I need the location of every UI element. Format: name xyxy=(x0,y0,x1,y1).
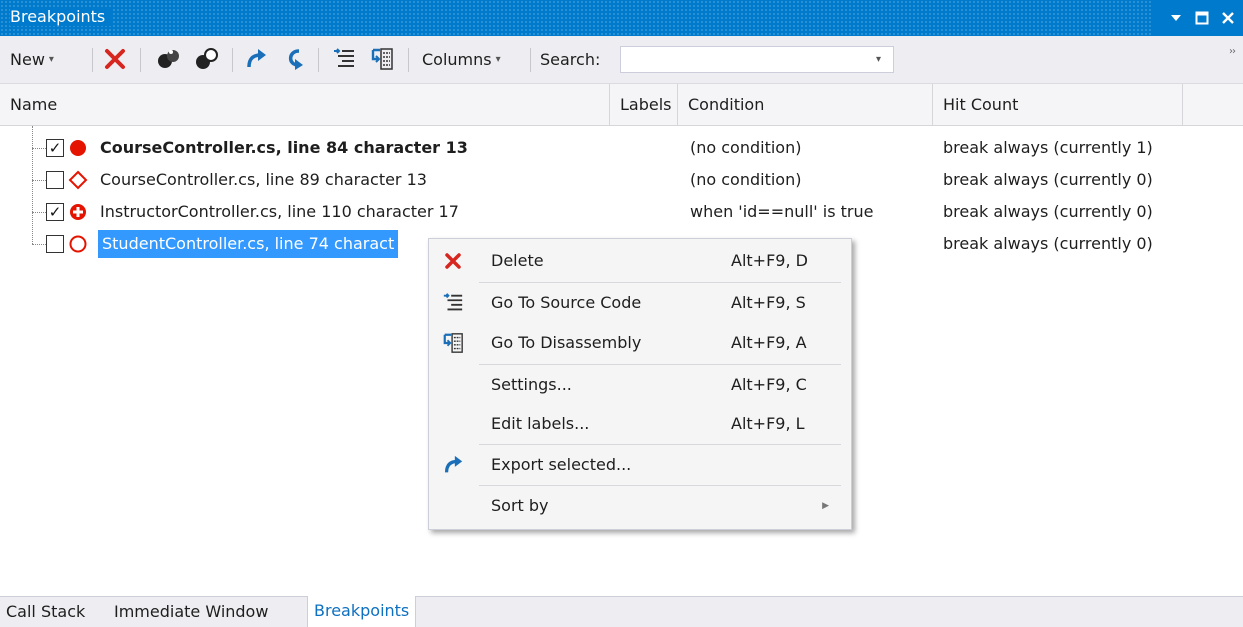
enable-disable-button[interactable] xyxy=(156,44,182,74)
window-title: Breakpoints xyxy=(10,7,114,26)
tab-immediate-window[interactable]: Immediate Window xyxy=(108,597,274,627)
tool-window-tabs: Call Stack Immediate Window Breakpoints xyxy=(0,596,1243,627)
column-header-name[interactable]: Name xyxy=(0,84,610,126)
menu-item-shortcut: Alt+F9, D xyxy=(731,251,808,270)
menu-item-shortcut: Alt+F9, S xyxy=(731,293,806,312)
breakpoint-condition: (no condition) xyxy=(690,170,802,189)
export-icon xyxy=(441,453,465,477)
breakpoint-outline-icon xyxy=(69,235,87,253)
enabled-checkbox[interactable]: ✓ xyxy=(46,139,64,157)
menu-item-export-selected[interactable]: Export selected... xyxy=(429,445,851,485)
enable-disable-icon xyxy=(158,50,179,68)
window-position-dropdown-icon[interactable] xyxy=(1165,7,1187,29)
new-button[interactable]: New ▾ xyxy=(10,44,54,74)
disable-all-button[interactable] xyxy=(194,44,220,74)
menu-item-label: Go To Disassembly xyxy=(491,333,642,352)
breakpoint-name: InstructorController.cs, line 110 charac… xyxy=(100,202,459,221)
breakpoint-hit-count: break always (currently 1) xyxy=(943,138,1153,157)
delete-button[interactable] xyxy=(104,44,126,74)
toolbar-separator xyxy=(140,48,141,72)
menu-item-label: Delete xyxy=(491,251,544,270)
toolbar-separator xyxy=(318,48,319,72)
enabled-checkbox[interactable] xyxy=(46,235,64,253)
submenu-arrow-icon: ▶ xyxy=(822,501,829,511)
delete-icon xyxy=(441,249,465,273)
delete-icon xyxy=(105,49,125,69)
toolbar: New ▾ Columns ▾ Search: ▾ ›› xyxy=(0,36,1243,84)
columns-button[interactable]: Columns ▾ xyxy=(422,44,501,74)
chevron-down-icon[interactable]: ▾ xyxy=(876,54,881,65)
tree-line xyxy=(32,180,46,181)
menu-item-label: Export selected... xyxy=(491,455,632,474)
export-icon xyxy=(247,49,266,68)
import-button[interactable] xyxy=(282,44,306,74)
table-row[interactable]: ✓ InstructorController.cs, line 110 char… xyxy=(0,196,1243,228)
chevron-down-icon: ▾ xyxy=(48,53,54,65)
enabled-checkbox[interactable]: ✓ xyxy=(46,203,64,221)
menu-item-shortcut: Alt+F9, L xyxy=(731,414,805,433)
go-to-disassembly-icon xyxy=(441,331,465,355)
breakpoint-condition: (no condition) xyxy=(690,138,802,157)
breakpoint-name: CourseController.cs, line 89 character 1… xyxy=(100,170,427,189)
breakpoint-filled-icon xyxy=(70,140,86,156)
breakpoint-condition: when 'id==null' is true xyxy=(690,202,874,221)
menu-item-go-to-source-code[interactable]: Go To Source Code Alt+F9, S xyxy=(429,283,851,323)
breakpoint-hit-count: break always (currently 0) xyxy=(943,170,1153,189)
go-to-disassembly-button[interactable] xyxy=(370,44,394,74)
go-to-source-button[interactable] xyxy=(332,44,356,74)
breakpoint-name: StudentController.cs, line 74 charact xyxy=(98,230,399,258)
search-input[interactable]: ▾ xyxy=(620,46,894,73)
tree-line xyxy=(32,148,46,149)
disable-all-icon xyxy=(196,48,218,69)
table-row[interactable]: CourseController.cs, line 89 character 1… xyxy=(0,164,1243,196)
breakpoint-conditional-icon xyxy=(70,204,86,220)
column-header-condition[interactable]: Condition xyxy=(678,84,933,126)
close-icon[interactable] xyxy=(1217,7,1239,29)
export-button[interactable] xyxy=(244,44,268,74)
go-to-source-icon xyxy=(334,48,354,67)
menu-item-label: Sort by xyxy=(491,496,549,515)
toolbar-overflow-icon[interactable]: ›› xyxy=(1229,46,1236,57)
column-header-labels[interactable]: Labels xyxy=(610,84,678,126)
import-icon xyxy=(288,49,303,70)
maximize-icon[interactable] xyxy=(1191,7,1213,29)
search-label: Search: xyxy=(540,49,601,69)
tab-call-stack[interactable]: Call Stack xyxy=(0,597,91,627)
new-button-label: New xyxy=(10,49,45,69)
enabled-checkbox[interactable] xyxy=(46,171,64,189)
tree-line xyxy=(32,212,46,213)
chevron-down-icon: ▾ xyxy=(495,53,501,65)
menu-item-shortcut: Alt+F9, C xyxy=(731,375,807,394)
go-to-disassembly-icon xyxy=(371,48,393,70)
tab-breakpoints[interactable]: Breakpoints xyxy=(307,596,417,627)
table-row[interactable]: ✓ CourseController.cs, line 84 character… xyxy=(0,132,1243,164)
menu-item-delete[interactable]: Delete Alt+F9, D xyxy=(429,241,851,281)
context-menu: Delete Alt+F9, D Go To Source Code Alt+F… xyxy=(428,238,852,530)
menu-item-shortcut: Alt+F9, A xyxy=(731,333,807,352)
breakpoint-name: CourseController.cs, line 84 character 1… xyxy=(100,138,468,157)
toolbar-separator xyxy=(92,48,93,72)
menu-item-edit-labels[interactable]: Edit labels... Alt+F9, L xyxy=(429,404,851,444)
menu-item-label: Edit labels... xyxy=(491,414,590,433)
breakpoint-hit-count: break always (currently 0) xyxy=(943,202,1153,221)
column-header-hit-count[interactable]: Hit Count xyxy=(933,84,1183,126)
menu-item-sort-by[interactable]: Sort by ▶ xyxy=(429,486,851,526)
breakpoint-hit-count: break always (currently 0) xyxy=(943,234,1153,253)
toolbar-separator xyxy=(530,48,531,72)
toolbar-separator xyxy=(408,48,409,72)
window-title-bar[interactable]: Breakpoints xyxy=(0,0,1243,36)
go-to-source-icon xyxy=(441,291,465,315)
column-headers: Name Labels Condition Hit Count xyxy=(0,84,1243,126)
menu-item-label: Settings... xyxy=(491,375,572,394)
menu-item-label: Go To Source Code xyxy=(491,293,642,312)
columns-button-label: Columns xyxy=(422,49,492,69)
menu-item-go-to-disassembly[interactable]: Go To Disassembly Alt+F9, A xyxy=(429,323,851,363)
toolbar-separator xyxy=(232,48,233,72)
breakpoint-diamond-icon xyxy=(68,170,88,190)
menu-item-settings[interactable]: Settings... Alt+F9, C xyxy=(429,365,851,405)
tree-line xyxy=(32,244,46,245)
